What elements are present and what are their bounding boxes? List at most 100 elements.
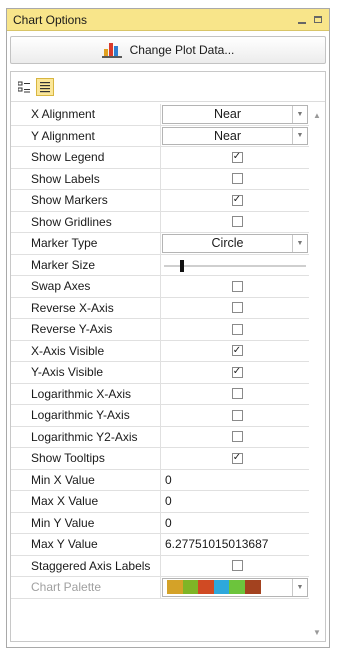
checkbox-cell: ✓ <box>165 194 309 206</box>
maximize-icon[interactable] <box>311 13 325 27</box>
property-label: Min Y Value <box>11 512 161 533</box>
marker-size-slider-track[interactable] <box>164 264 306 267</box>
show-tooltips-checkbox[interactable]: ✓ <box>231 452 243 464</box>
property-label: Swap Axes <box>11 276 161 297</box>
property-label: Chart Palette <box>11 577 161 598</box>
property-value <box>161 298 309 319</box>
property-row-show-legend: Show Legend ✓ <box>11 147 309 169</box>
property-label: Staggered Axis Labels <box>11 555 161 576</box>
property-row-y-alignment: Y Alignment Near ▼ <box>11 125 309 147</box>
palette-swatch <box>213 580 230 595</box>
checkbox-cell <box>165 409 309 421</box>
checkbox-cell <box>165 560 309 572</box>
marker-type-dropdown[interactable]: Circle ▼ <box>162 234 308 253</box>
y-alignment-dropdown[interactable]: Near ▼ <box>162 126 308 145</box>
property-label: Y Alignment <box>11 125 161 146</box>
max-y-value-field[interactable]: 6.27751015013687 <box>165 537 268 551</box>
property-label: Show Legend <box>11 147 161 168</box>
property-label: Logarithmic Y-Axis <box>11 405 161 426</box>
x-alignment-dropdown[interactable]: Near ▼ <box>162 105 308 124</box>
property-value: Near ▼ <box>161 104 309 125</box>
marker-size-slider-thumb[interactable] <box>180 259 184 272</box>
chevron-down-icon[interactable]: ▼ <box>292 579 307 596</box>
dropdown-value: Circle <box>211 236 244 251</box>
property-row-swap-axes: Swap Axes <box>11 276 309 298</box>
logarithmic-y2-axis-checkbox[interactable] <box>231 431 243 443</box>
property-value: Near ▼ <box>161 126 309 147</box>
property-row-marker-size: Marker Size <box>11 254 309 276</box>
scroll-up-icon[interactable]: ▲ <box>309 108 325 122</box>
reverse-y-axis-checkbox[interactable] <box>231 323 243 335</box>
dropdown-value: Near <box>213 128 242 143</box>
minimize-icon[interactable] <box>295 13 309 27</box>
palette-swatch <box>167 580 183 595</box>
swap-axes-checkbox[interactable] <box>231 280 243 292</box>
min-x-value-field[interactable]: 0 <box>165 473 172 487</box>
checkbox-cell: ✓ <box>165 452 309 464</box>
property-value: ✓ <box>161 362 309 383</box>
property-label: Reverse Y-Axis <box>11 319 161 340</box>
show-legend-checkbox[interactable]: ✓ <box>231 151 243 163</box>
property-value: 0 <box>161 491 309 512</box>
property-value <box>161 212 309 233</box>
property-row-x-axis-visible: X-Axis Visible ✓ <box>11 340 309 362</box>
change-plot-data-button[interactable]: Change Plot Data... <box>10 36 326 64</box>
property-row-max-x-value: Max X Value 0 <box>11 491 309 513</box>
scroll-down-icon[interactable]: ▼ <box>309 625 325 639</box>
show-labels-checkbox[interactable] <box>231 173 243 185</box>
property-row-logarithmic-y2-axis: Logarithmic Y2-Axis <box>11 426 309 448</box>
property-label: Show Tooltips <box>11 448 161 469</box>
property-grid-toolbar <box>11 72 325 102</box>
property-row-max-y-value: Max Y Value 6.27751015013687 <box>11 534 309 556</box>
change-plot-data-label: Change Plot Data... <box>129 43 235 57</box>
property-grid: X Alignment Near ▼ Y Alignment Near ▼ Show Leg… <box>10 71 326 642</box>
chart-palette-dropdown[interactable]: ▼ <box>162 578 308 597</box>
vertical-scrollbar[interactable]: ▲ ▼ <box>309 104 325 641</box>
show-markers-checkbox[interactable]: ✓ <box>231 194 243 206</box>
max-x-value-field[interactable]: 0 <box>165 494 172 508</box>
checkbox-cell <box>165 173 309 185</box>
property-value: ✓ <box>161 448 309 469</box>
x-axis-visible-checkbox[interactable]: ✓ <box>231 345 243 357</box>
checkbox-cell <box>165 388 309 400</box>
property-label: Show Markers <box>11 190 161 211</box>
property-rows: X Alignment Near ▼ Y Alignment Near ▼ Show Leg… <box>11 104 309 599</box>
property-row-reverse-x-axis: Reverse X-Axis <box>11 297 309 319</box>
alphabetical-view-icon[interactable] <box>36 77 54 96</box>
property-row-y-axis-visible: Y-Axis Visible ✓ <box>11 362 309 384</box>
palette-swatches <box>167 580 261 595</box>
checkbox-cell <box>165 302 309 314</box>
dropdown-value: Near <box>213 107 242 122</box>
reverse-x-axis-checkbox[interactable] <box>231 302 243 314</box>
chevron-down-icon[interactable]: ▼ <box>292 127 307 144</box>
min-y-value-field[interactable]: 0 <box>165 516 172 530</box>
logarithmic-x-axis-checkbox[interactable] <box>231 388 243 400</box>
property-label: Y-Axis Visible <box>11 362 161 383</box>
logarithmic-y-axis-checkbox[interactable] <box>231 409 243 421</box>
property-label: Reverse X-Axis <box>11 297 161 318</box>
property-value: ✓ <box>161 341 309 362</box>
property-row-x-alignment: X Alignment Near ▼ <box>11 104 309 126</box>
checkbox-cell: ✓ <box>165 345 309 357</box>
property-label: Show Gridlines <box>11 211 161 232</box>
property-row-logarithmic-y-axis: Logarithmic Y-Axis <box>11 405 309 427</box>
property-label: Min X Value <box>11 469 161 490</box>
chevron-down-icon[interactable]: ▼ <box>292 106 307 123</box>
property-row-chart-palette: Chart Palette ▼ <box>11 577 309 599</box>
show-gridlines-checkbox[interactable] <box>231 216 243 228</box>
property-value: ✓ <box>161 190 309 211</box>
chart-options-panel: Chart Options Change Plot Data... X Alig… <box>6 8 330 648</box>
categorized-view-icon[interactable] <box>15 78 33 96</box>
property-row-min-x-value: Min X Value 0 <box>11 469 309 491</box>
staggered-axis-labels-checkbox[interactable] <box>231 560 243 572</box>
checkbox-cell <box>165 323 309 335</box>
property-row-reverse-y-axis: Reverse Y-Axis <box>11 319 309 341</box>
bar-chart-icon <box>101 40 122 61</box>
property-label: Show Labels <box>11 168 161 189</box>
y-axis-visible-checkbox[interactable]: ✓ <box>231 366 243 378</box>
property-value: ✓ <box>161 147 309 168</box>
chevron-down-icon[interactable]: ▼ <box>292 235 307 252</box>
property-row-logarithmic-x-axis: Logarithmic X-Axis <box>11 383 309 405</box>
property-label: X-Axis Visible <box>11 340 161 361</box>
property-label: Marker Size <box>11 254 161 275</box>
